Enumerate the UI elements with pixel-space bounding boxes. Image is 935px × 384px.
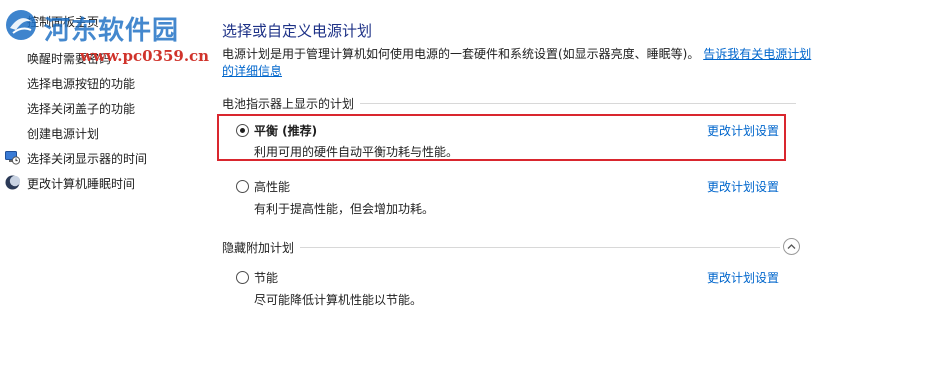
plan-balanced-radio[interactable] <box>236 124 249 137</box>
plan-power-saver-name: 节能 <box>254 271 279 285</box>
sidebar-item-power-button-action[interactable]: 选择电源按钮的功能 <box>27 75 135 92</box>
group-divider <box>355 103 796 104</box>
sidebar-item-create-power-plan[interactable]: 创建电源计划 <box>27 125 99 142</box>
hidden-plans-header[interactable]: 隐藏附加计划 <box>222 239 301 256</box>
group-divider <box>300 247 780 248</box>
monitor-clock-icon <box>5 151 20 165</box>
plan-high-performance-name: 高性能 <box>254 180 291 194</box>
plan-power-saver-radio[interactable] <box>236 271 249 284</box>
plan-balanced-description: 利用可用的硬件自动平衡功耗与性能。 <box>254 145 459 159</box>
watermark-url: www.pc0359.cn <box>80 47 210 65</box>
plan-power-saver-change-settings-link[interactable]: 更改计划设置 <box>707 269 779 286</box>
moon-icon <box>5 175 20 190</box>
sidebar-item-display-off-time[interactable]: 选择关闭显示器的时间 <box>27 150 147 167</box>
watermark-name: 河东软件园 <box>44 16 180 46</box>
sidebar-item-lid-close-action[interactable]: 选择关闭盖子的功能 <box>27 100 135 117</box>
page-description: 电源计划是用于管理计算机如何使用电源的一套硬件和系统设置(如显示器亮度、睡眠等)… <box>222 46 812 80</box>
plan-high-performance-description: 有利于提高性能，但会增加功耗。 <box>254 202 435 216</box>
plan-high-performance-radio[interactable] <box>236 180 249 193</box>
sidebar-item-sleep-time[interactable]: 更改计算机睡眠时间 <box>27 175 135 192</box>
hedong-logo-icon <box>6 10 36 40</box>
chevron-up-icon <box>787 244 796 249</box>
plan-power-saver-description: 尽可能降低计算机性能以节能。 <box>254 293 423 307</box>
page-title: 选择或自定义电源计划 <box>222 22 373 40</box>
collapse-hidden-plans-button[interactable] <box>783 238 800 255</box>
plan-balanced-name: 平衡 (推荐) <box>254 124 318 138</box>
plan-high-performance-change-settings-link[interactable]: 更改计划设置 <box>707 178 779 195</box>
description-text: 电源计划是用于管理计算机如何使用电源的一套硬件和系统设置(如显示器亮度、睡眠等)… <box>222 47 700 61</box>
battery-plans-header: 电池指示器上显示的计划 <box>222 95 361 112</box>
plan-balanced-change-settings-link[interactable]: 更改计划设置 <box>707 122 779 139</box>
